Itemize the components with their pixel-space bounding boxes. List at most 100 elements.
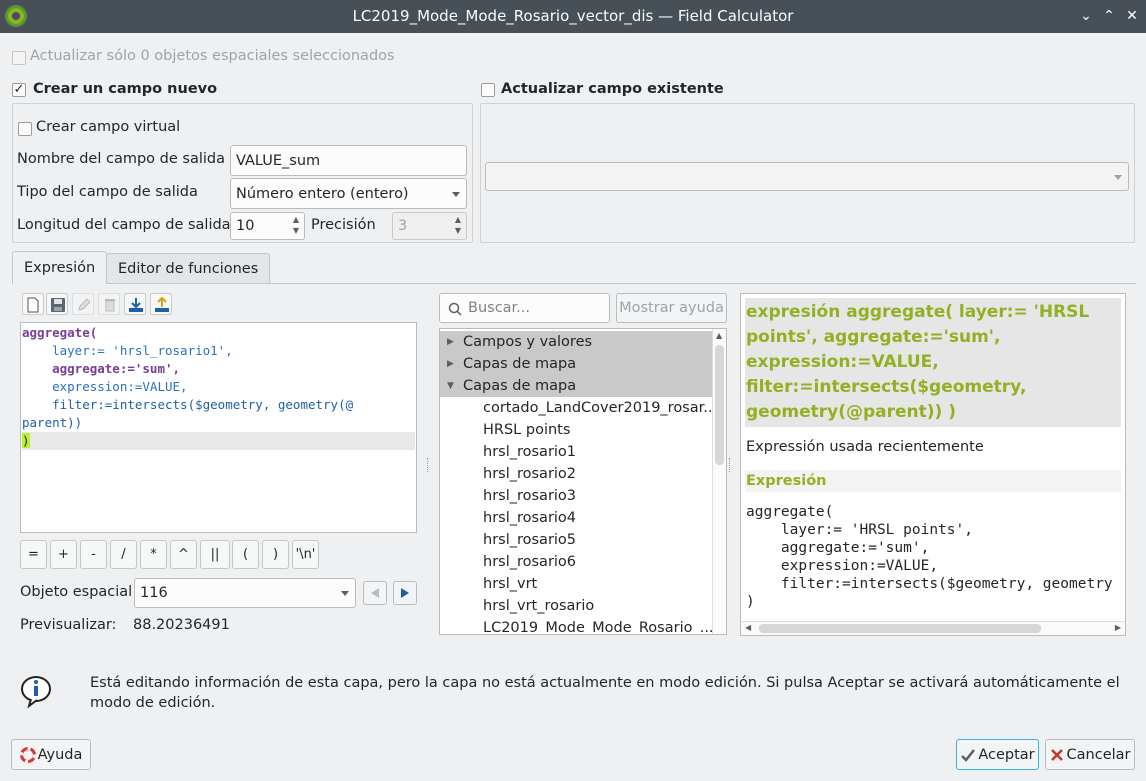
title-bar: LC2019_Mode_Mode_Rosario_vector_dis — Fi… [0, 0, 1146, 33]
operator-multiply-button[interactable]: * [140, 540, 167, 569]
operator-newline-button[interactable]: '\n' [292, 540, 319, 569]
operator-divide-button[interactable]: / [110, 540, 137, 569]
help-button[interactable]: Ayuda [11, 739, 91, 770]
chevron-down-icon [452, 191, 460, 197]
update-existing-field-checkbox[interactable] [481, 83, 495, 97]
info-icon [21, 676, 51, 708]
editor-line-2: layer:= 'hrsl_rosario1', [22, 343, 233, 358]
output-type-select[interactable]: Número entero (entero) [230, 178, 467, 209]
help-code-line: layer:= 'HRSL points', [746, 522, 973, 538]
maximize-button[interactable]: ⌃ [1099, 6, 1119, 26]
operator-concat-button[interactable]: || [200, 540, 230, 569]
close-button[interactable]: ✕ [1122, 6, 1142, 26]
create-new-field-label: Crear un campo nuevo [33, 81, 218, 97]
precision-label: Precisión [311, 217, 376, 233]
tree-item[interactable]: LC2019_Mode_Mode_Rosario_... [440, 617, 713, 634]
operator-minus-button[interactable]: - [80, 540, 107, 569]
tab-expression-label: Expresión [24, 260, 96, 276]
tab-function-editor-label: Editor de funciones [118, 261, 259, 277]
output-length-label: Longitud del campo de salida [17, 217, 231, 233]
tree-group-fields-values[interactable]: ▶ Campos y valores [440, 331, 713, 353]
ok-button-label: Aceptar [978, 746, 1035, 763]
cancel-button[interactable]: Cancelar [1045, 739, 1135, 770]
spin-arrows-icon[interactable]: ▲ ▼ [290, 215, 302, 237]
virtual-field-checkbox[interactable] [18, 122, 32, 136]
new-file-icon[interactable] [22, 293, 44, 315]
show-help-button[interactable]: Mostrar ayuda [616, 293, 727, 323]
expand-arrow-icon[interactable]: ▶ [447, 331, 454, 353]
function-tree[interactable]: ▶ Campos y valores ▶ Capas de mapa ▼ Cap… [439, 328, 727, 635]
operator-equals-button[interactable]: = [20, 540, 47, 569]
tree-item[interactable]: hrsl_vrt [440, 573, 713, 595]
output-length-spinbox[interactable]: 10 ▲ ▼ [230, 212, 305, 240]
export-icon[interactable] [150, 293, 172, 315]
tree-item[interactable]: hrsl_rosario4 [440, 507, 713, 529]
operator-power-button[interactable]: ^ [170, 540, 197, 569]
next-feature-button[interactable] [393, 581, 417, 605]
tree-item[interactable]: hrsl_rosario6 [440, 551, 713, 573]
ok-button[interactable]: Aceptar [956, 739, 1039, 770]
window-title: LC2019_Mode_Mode_Rosario_vector_dis — Fi… [352, 7, 794, 25]
create-new-field-checkbox[interactable]: ✓ [12, 83, 26, 97]
arrow-right-icon [401, 588, 409, 598]
recent-expression-label: Expressión usada recientemente [746, 439, 984, 455]
tree-item[interactable]: hrsl_rosario2 [440, 463, 713, 485]
tree-item[interactable]: HRSL points [440, 419, 713, 441]
tree-item[interactable]: hrsl_rosario1 [440, 441, 713, 463]
operator-plus-button[interactable]: + [50, 540, 77, 569]
splitter-handle[interactable] [729, 458, 732, 472]
show-help-label: Mostrar ayuda [619, 300, 724, 316]
minimize-button[interactable]: ⌄ [1076, 6, 1096, 26]
precision-spinbox[interactable]: 3 ▲ ▼ [392, 212, 467, 240]
help-code-line: aggregate:='sum', [746, 540, 930, 556]
collapse-arrow-icon[interactable]: ▼ [447, 375, 454, 397]
cancel-icon [1050, 748, 1063, 761]
tree-group-label: Capas de mapa [463, 378, 577, 394]
expression-editor[interactable]: aggregate( layer:= 'hrsl_rosario1', aggr… [20, 322, 417, 533]
tab-function-editor[interactable]: Editor de funciones [106, 253, 271, 284]
tree-group-map-layers-1[interactable]: ▶ Capas de mapa [440, 353, 713, 375]
search-input[interactable]: Buscar... [439, 293, 610, 323]
help-code-line: expression:=VALUE, [746, 558, 939, 574]
update-selected-checkbox[interactable] [12, 51, 26, 65]
tree-group-map-layers-2[interactable]: ▼ Capas de mapa [440, 375, 713, 397]
feature-value: 116 [140, 585, 168, 601]
help-horizontal-scrollbar[interactable]: ◀ ▶ [741, 621, 1125, 635]
tree-scrollbar[interactable]: ▲ [712, 329, 726, 634]
search-icon [448, 302, 462, 316]
help-code-line: ) [746, 594, 755, 610]
tree-item[interactable]: hrsl_vrt_rosario [440, 595, 713, 617]
editor-line-6: parent)) [22, 415, 83, 430]
spin-arrows-icon[interactable]: ▲ ▼ [452, 215, 464, 237]
search-placeholder: Buscar... [468, 300, 531, 316]
arrow-left-icon [371, 588, 379, 598]
tree-item[interactable]: hrsl_rosario3 [440, 485, 713, 507]
feature-label: Objeto espacial [20, 584, 133, 600]
info-bar: Está editando información de esta capa, … [0, 662, 1146, 722]
tree-item[interactable]: cortado_LandCover2019_rosar... [440, 397, 713, 419]
precision-value: 3 [398, 218, 408, 234]
output-name-input[interactable]: VALUE_sum [230, 145, 467, 176]
help-section-title: Expresión [745, 470, 1121, 492]
tree-item[interactable]: hrsl_rosario5 [440, 529, 713, 551]
tree-group-label: Capas de mapa [463, 356, 577, 372]
help-lifebuoy-icon [19, 746, 36, 763]
operator-close-paren-button[interactable]: ) [262, 540, 289, 569]
output-name-value: VALUE_sum [236, 152, 321, 169]
output-name-label: Nombre del campo de salida [17, 151, 225, 167]
import-icon[interactable] [124, 293, 146, 315]
splitter-handle[interactable] [427, 458, 430, 472]
editor-line-1: aggregate( [22, 325, 98, 340]
operator-open-paren-button[interactable]: ( [232, 540, 259, 569]
tab-expression[interactable]: Expresión [12, 251, 108, 284]
previous-feature-button[interactable] [363, 581, 387, 605]
existing-field-select[interactable] [485, 162, 1129, 191]
delete-icon[interactable] [98, 293, 120, 315]
expand-arrow-icon[interactable]: ▶ [447, 353, 454, 375]
tab-divider [12, 283, 1136, 284]
save-icon[interactable] [46, 293, 68, 315]
feature-select[interactable]: 116 [134, 578, 356, 608]
info-message: Está editando información de esta capa, … [90, 675, 1120, 711]
chevron-down-icon [1114, 174, 1122, 180]
edit-icon[interactable] [72, 293, 94, 315]
